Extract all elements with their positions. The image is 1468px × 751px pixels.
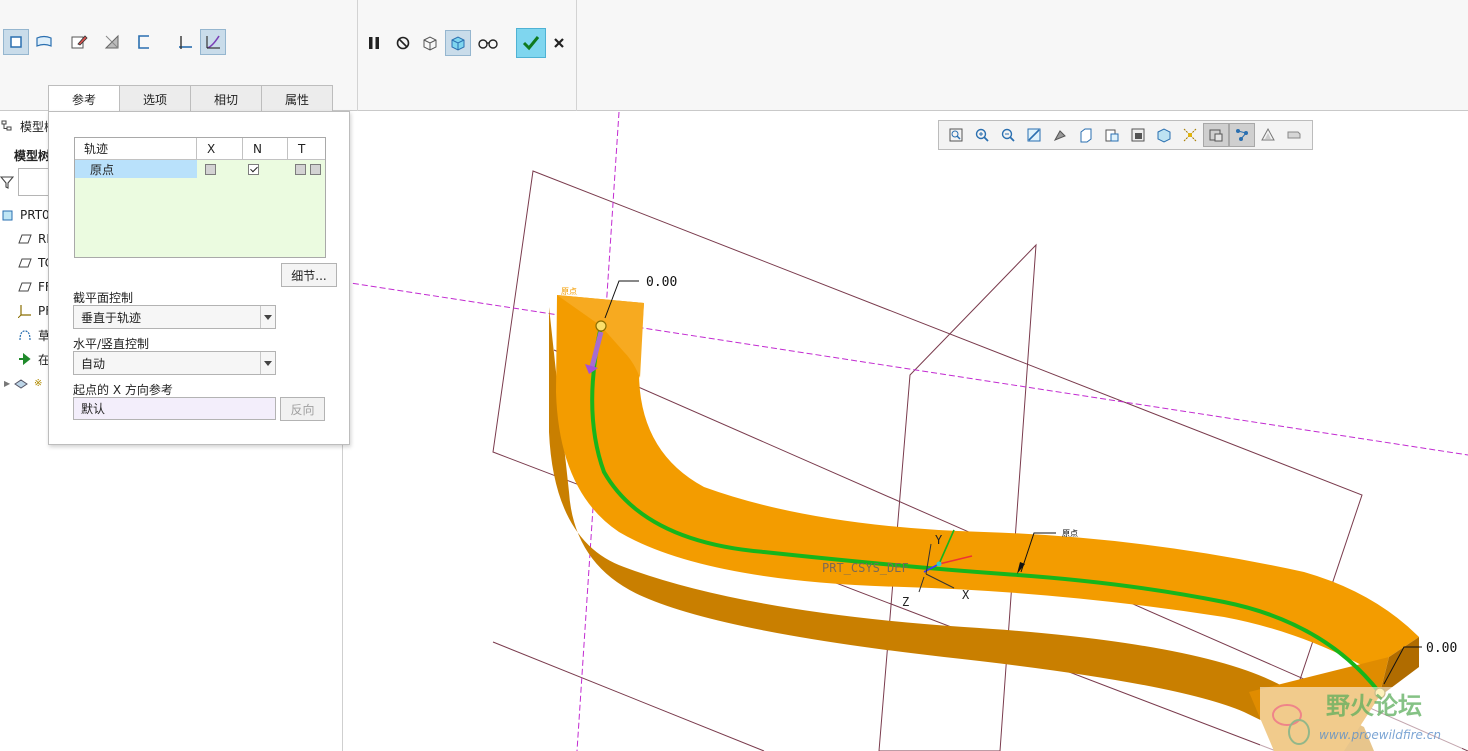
sweep-feature-icon bbox=[14, 376, 28, 390]
tree-item-right-plane[interactable]: RI bbox=[18, 229, 50, 249]
hv-control-dropdown[interactable]: 自动 bbox=[73, 351, 276, 375]
end-dimension-text[interactable]: 0.00 bbox=[1426, 641, 1457, 656]
csys-label: PRT_CSYS_DEF bbox=[822, 561, 909, 575]
refit-icon[interactable] bbox=[943, 123, 969, 147]
graphics-window[interactable]: 0.00 0.00 原点 原点 PRT_CSYS_DEF X Y Z 野火论坛 … bbox=[344, 112, 1468, 751]
datum-plane-icon bbox=[18, 280, 32, 294]
hv-control-label: 水平/竖直控制 bbox=[73, 337, 150, 351]
trajectory-name-cell[interactable]: 原点 bbox=[75, 160, 197, 178]
column-header-trajectory: 轨迹 bbox=[75, 138, 197, 159]
x-direction-reference-field[interactable]: 默认 bbox=[73, 397, 276, 420]
datum-display-icon[interactable] bbox=[1203, 123, 1229, 147]
remove-material-icon[interactable] bbox=[99, 29, 125, 55]
expand-arrow-icon[interactable]: ▶ bbox=[4, 379, 14, 388]
pause-icon[interactable] bbox=[361, 30, 387, 56]
section-icon[interactable] bbox=[1255, 123, 1281, 147]
column-header-x: X bbox=[197, 138, 243, 159]
csys-origin-icon bbox=[936, 561, 942, 567]
tree-item-insert-here[interactable]: 在 bbox=[18, 349, 50, 369]
perspective-icon[interactable] bbox=[1125, 123, 1151, 147]
references-panel: 轨迹 X N T 原点 细节... 截平面控制 垂直于轨迹 水平/竖直控制 自动… bbox=[48, 111, 350, 445]
column-header-n: N bbox=[243, 138, 288, 159]
tree-item-front-plane[interactable]: FF bbox=[18, 277, 52, 297]
tree-item-sweep[interactable]: ▶ ※ bbox=[4, 373, 42, 393]
t-checkbox-secondary[interactable] bbox=[310, 163, 321, 175]
insert-arrow-icon bbox=[18, 352, 32, 366]
spin-center-icon[interactable] bbox=[1177, 123, 1203, 147]
watermark-title: 野火论坛 bbox=[1326, 692, 1422, 720]
surface-icon[interactable] bbox=[31, 29, 57, 55]
x-direction-label: 起点的 X 方向参考 bbox=[73, 383, 173, 397]
csys-z-label: Z bbox=[902, 595, 909, 609]
saved-views-icon[interactable] bbox=[1073, 123, 1099, 147]
watermark-url: www.proewildfire.cn bbox=[1319, 728, 1441, 742]
tree-item-sketch[interactable]: 草 bbox=[18, 325, 50, 345]
dashboard-tabs: 参考 选项 相切 属性 bbox=[48, 85, 333, 113]
model-tree-subheader: 模型树 bbox=[14, 148, 51, 163]
table-row[interactable]: 原点 bbox=[75, 160, 325, 178]
display-style-icon[interactable] bbox=[1047, 123, 1073, 147]
view-toolbar bbox=[938, 120, 1313, 150]
model-viewport[interactable]: 0.00 0.00 原点 原点 PRT_CSYS_DEF X Y Z 野火论坛 … bbox=[344, 112, 1468, 751]
x-checkbox-cell bbox=[197, 160, 243, 178]
chevron-down-icon[interactable] bbox=[260, 352, 275, 374]
chevron-down-icon[interactable] bbox=[260, 306, 275, 328]
trajectory-table: 轨迹 X N T 原点 bbox=[74, 137, 326, 258]
thicken-icon[interactable] bbox=[131, 29, 157, 55]
details-button[interactable]: 细节... bbox=[281, 263, 337, 287]
zoom-out-icon[interactable] bbox=[995, 123, 1021, 147]
solid-icon[interactable] bbox=[3, 29, 29, 55]
part-icon bbox=[0, 208, 14, 222]
no-preview-icon[interactable] bbox=[390, 30, 416, 56]
t-checkbox[interactable] bbox=[295, 163, 306, 175]
geometry-preview-icon[interactable] bbox=[445, 30, 471, 56]
datum-plane-edge bbox=[492, 641, 765, 751]
confirm-check-icon[interactable] bbox=[516, 28, 546, 58]
datum-plane-icon bbox=[18, 256, 32, 270]
toolbar-separator bbox=[357, 0, 358, 111]
tree-structure-icon bbox=[0, 119, 14, 133]
view-manager-icon[interactable] bbox=[1099, 123, 1125, 147]
tab-references[interactable]: 参考 bbox=[48, 85, 120, 113]
start-point-icon[interactable] bbox=[595, 320, 607, 332]
tab-properties[interactable]: 属性 bbox=[261, 85, 333, 112]
repaint-icon[interactable] bbox=[1021, 123, 1047, 147]
start-point-label: 原点 bbox=[561, 287, 577, 296]
trajectory-table-header: 轨迹 X N T bbox=[75, 138, 325, 160]
start-dimension-text[interactable]: 0.00 bbox=[646, 275, 677, 290]
sketch-edit-icon[interactable] bbox=[66, 29, 92, 55]
middle-point-label: 原点 bbox=[1062, 529, 1078, 538]
annotation-display-icon[interactable] bbox=[1229, 123, 1255, 147]
constant-section-icon[interactable] bbox=[172, 29, 198, 55]
x-checkbox[interactable] bbox=[205, 163, 216, 175]
sketch-icon bbox=[18, 328, 32, 342]
verify-preview-icon[interactable] bbox=[417, 30, 443, 56]
filter-icon[interactable] bbox=[0, 175, 14, 189]
named-view-icon[interactable] bbox=[1151, 123, 1177, 147]
zoom-in-icon[interactable] bbox=[969, 123, 995, 147]
flip-button[interactable]: 反向 bbox=[280, 397, 325, 421]
csys-y-label: Y bbox=[935, 533, 943, 547]
datum-plane-icon bbox=[18, 232, 32, 246]
variable-section-icon[interactable] bbox=[200, 29, 226, 55]
tab-options[interactable]: 选项 bbox=[119, 85, 191, 112]
tab-tangency[interactable]: 相切 bbox=[190, 85, 262, 112]
appearance-icon[interactable] bbox=[1281, 123, 1307, 147]
t-checkbox-cell bbox=[288, 160, 325, 178]
section-control-dropdown[interactable]: 垂直于轨迹 bbox=[73, 305, 276, 329]
n-checkbox[interactable] bbox=[248, 163, 259, 175]
column-header-t: T bbox=[298, 141, 306, 156]
sweep-dashboard: 参考 选项 相切 属性 bbox=[0, 0, 1468, 113]
csys-x-label: X bbox=[962, 588, 970, 602]
sweep-solid-top bbox=[556, 295, 1419, 672]
datum-plane-outline bbox=[878, 243, 1037, 751]
toolbar-separator bbox=[576, 0, 577, 111]
glasses-preview-icon[interactable] bbox=[475, 30, 501, 56]
cancel-x-icon[interactable] bbox=[546, 30, 572, 56]
n-checkbox-cell bbox=[243, 160, 288, 178]
csys-icon bbox=[18, 304, 32, 318]
section-control-label: 截平面控制 bbox=[73, 291, 134, 305]
